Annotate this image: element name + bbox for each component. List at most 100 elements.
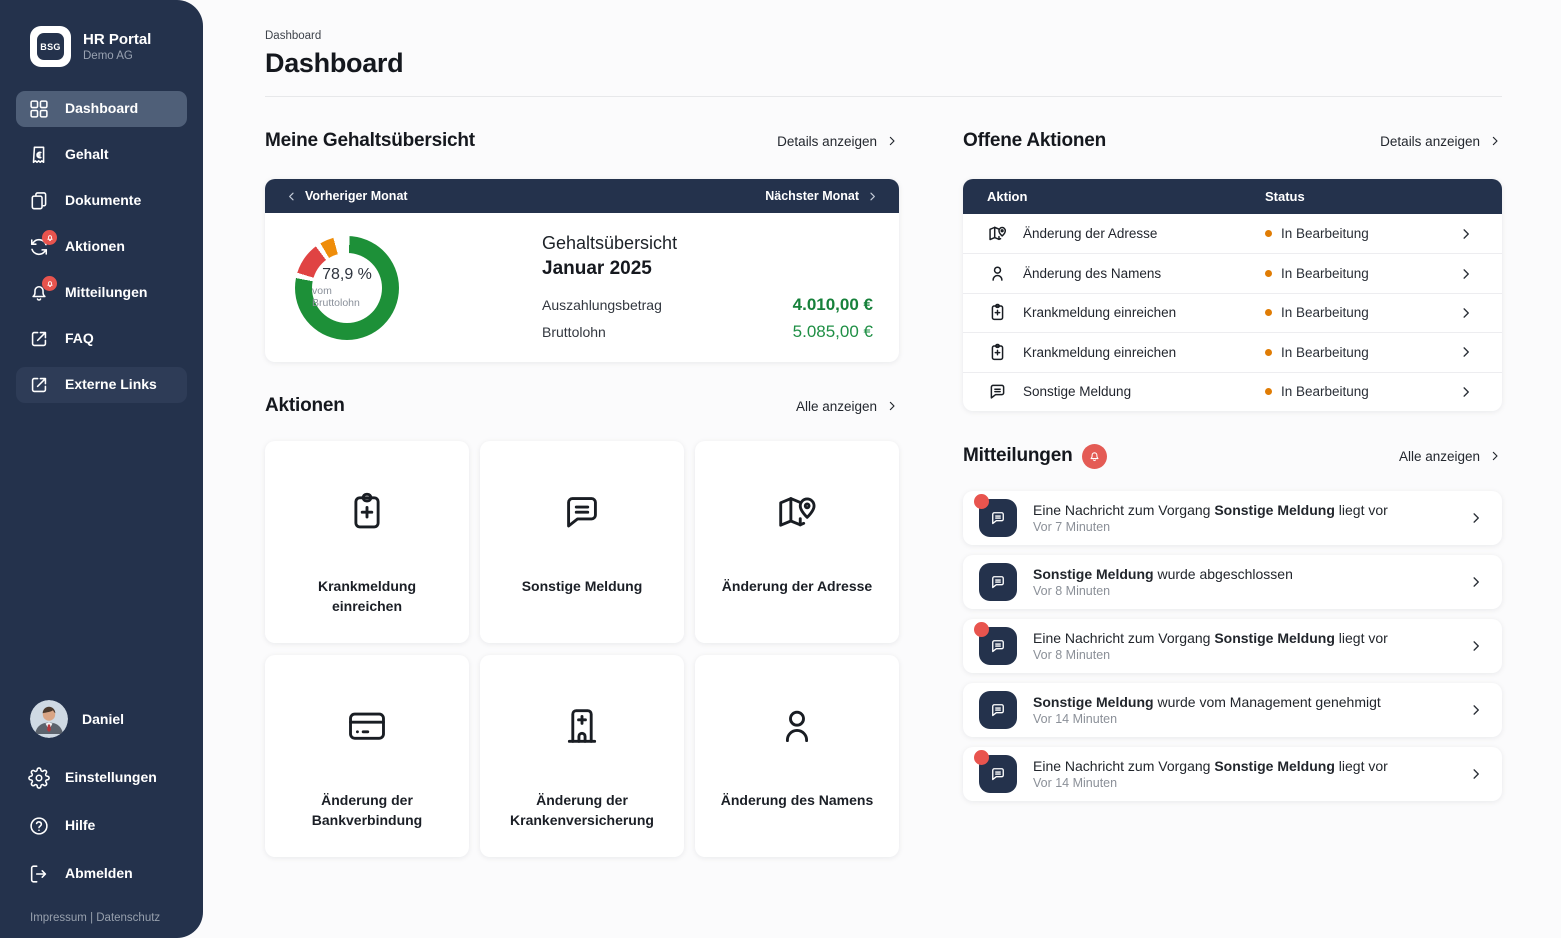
salary-row-label: Auszahlungsbetrag <box>542 297 793 313</box>
logout-icon <box>28 863 50 885</box>
open-action-label: Sonstige Meldung <box>1023 384 1131 399</box>
logo-text: BSG <box>37 33 64 60</box>
legal-links[interactable]: Impressum | Datenschutz <box>0 892 203 924</box>
action-card-änderung-der-krankenversicherung[interactable]: Änderung der Krankenversicherung <box>480 655 684 857</box>
chevron-right-icon[interactable] <box>1468 510 1484 526</box>
notification-title: Sonstige Meldung wurde vom Management ge… <box>1033 694 1468 710</box>
salary-row: Bruttolohn 5.085,00 € <box>542 322 873 342</box>
notification-title: Eine Nachricht zum Vorgang Sonstige Meld… <box>1033 630 1468 646</box>
action-card-änderung-der-adresse[interactable]: Änderung der Adresse <box>695 441 899 643</box>
salary-amount-rows: Auszahlungsbetrag 4.010,00 € Bruttolohn … <box>542 295 873 342</box>
notifications-view-all-link[interactable]: Alle anzeigen <box>1399 449 1502 464</box>
chevron-right-icon[interactable] <box>1458 384 1474 400</box>
map-pin-icon <box>987 223 1008 244</box>
status-badge: In Bearbeitung <box>1265 226 1458 241</box>
donut-percentage: 78,9 % <box>322 266 372 284</box>
message-icon <box>979 563 1017 601</box>
hospital-icon <box>559 703 605 749</box>
salary-donut-chart: 78,9 % vom Bruttolohn <box>295 236 399 340</box>
status-text: In Bearbeitung <box>1281 345 1369 360</box>
action-card-änderung-des-namens[interactable]: Änderung des Namens <box>695 655 899 857</box>
notifications-bell-badge <box>1082 444 1107 469</box>
status-dot-icon <box>1265 230 1272 237</box>
salary-row-value: 5.085,00 € <box>793 322 873 342</box>
app-logo: BSG HR Portal Demo AG <box>0 26 203 67</box>
sidebar-item-gehalt[interactable]: Gehalt <box>16 137 187 173</box>
legal-text[interactable]: Impressum | Datenschutz <box>30 912 160 924</box>
chevron-right-icon[interactable] <box>1458 266 1474 282</box>
chevron-right-icon[interactable] <box>1468 638 1484 654</box>
sidebar-footer-einstellungen[interactable]: Einstellungen <box>16 760 187 796</box>
notification-card[interactable]: Sonstige Meldung wurde vom Management ge… <box>963 683 1502 737</box>
sidebar-item-mitteilungen[interactable]: Mitteilungen <box>16 275 187 311</box>
chevron-right-icon[interactable] <box>1458 226 1474 242</box>
open-action-label: Krankmeldung einreichen <box>1023 305 1176 320</box>
notification-title: Eine Nachricht zum Vorgang Sonstige Meld… <box>1033 502 1468 518</box>
open-action-label: Änderung des Namens <box>1023 266 1161 281</box>
sidebar-item-dashboard[interactable]: Dashboard <box>16 91 187 127</box>
open-action-row[interactable]: Änderung des Namens In Bearbeitung <box>963 253 1502 292</box>
chevron-right-icon[interactable] <box>1468 702 1484 718</box>
status-dot-icon <box>1265 349 1272 356</box>
sidebar-item-externe-links[interactable]: Externe Links <box>16 367 187 403</box>
chevron-right-icon[interactable] <box>1458 305 1474 321</box>
table-header: Aktion Status <box>963 179 1502 214</box>
actions-view-all-link[interactable]: Alle anzeigen <box>796 399 899 414</box>
person-icon <box>987 263 1008 284</box>
notification-card[interactable]: Sonstige Meldung wurde abgeschlossen Vor… <box>963 555 1502 609</box>
actions-section-title: Aktionen <box>265 395 345 417</box>
chevron-right-icon[interactable] <box>1458 344 1474 360</box>
action-card-label: Änderung der Krankenversicherung <box>480 791 684 830</box>
sidebar-item-dokumente[interactable]: Dokumente <box>16 183 187 219</box>
sidebar-footer-hilfe[interactable]: Hilfe <box>16 808 187 844</box>
sidebar-footer-abmelden[interactable]: Abmelden <box>16 856 187 892</box>
nav-label: FAQ <box>65 330 94 348</box>
sidebar-item-faq[interactable]: FAQ <box>16 321 187 357</box>
alert-badge <box>42 230 57 245</box>
message-icon <box>559 489 605 535</box>
sidebar-footer-nav: Einstellungen Hilfe Abmelden <box>0 760 203 892</box>
notification-time: Vor 7 Minuten <box>1033 520 1468 534</box>
nav-label: Dokumente <box>65 192 141 210</box>
open-action-row[interactable]: Änderung der Adresse In Bearbeitung <box>963 214 1502 253</box>
action-card-änderung-der-bankverbindung[interactable]: Änderung der Bankverbindung <box>265 655 469 857</box>
salary-details-link[interactable]: Details anzeigen <box>777 134 899 149</box>
notification-card[interactable]: Eine Nachricht zum Vorgang Sonstige Meld… <box>963 619 1502 673</box>
chevron-right-icon[interactable] <box>1468 766 1484 782</box>
chevron-left-icon <box>285 190 298 203</box>
status-badge: In Bearbeitung <box>1265 345 1458 360</box>
open-action-row[interactable]: Krankmeldung einreichen In Bearbeitung <box>963 332 1502 371</box>
user-profile[interactable]: Daniel <box>0 700 203 738</box>
status-text: In Bearbeitung <box>1281 226 1369 241</box>
action-card-label: Krankmeldung einreichen <box>265 577 469 616</box>
next-month-button[interactable]: Nächster Monat <box>765 189 879 203</box>
salary-row: Auszahlungsbetrag 4.010,00 € <box>542 295 873 315</box>
notifications-list: Eine Nachricht zum Vorgang Sonstige Meld… <box>963 491 1502 801</box>
action-card-krankmeldung-einreichen[interactable]: Krankmeldung einreichen <box>265 441 469 643</box>
message-icon <box>979 627 1017 665</box>
bell-icon <box>1088 450 1101 463</box>
message-icon <box>979 499 1017 537</box>
open-action-label: Krankmeldung einreichen <box>1023 345 1176 360</box>
chevron-right-icon[interactable] <box>1468 574 1484 590</box>
previous-month-button[interactable]: Vorheriger Monat <box>285 189 408 203</box>
link-label: Details anzeigen <box>777 134 877 149</box>
action-card-sonstige-meldung[interactable]: Sonstige Meldung <box>480 441 684 643</box>
nav-label: Einstellungen <box>65 769 157 787</box>
open-action-row[interactable]: Sonstige Meldung In Bearbeitung <box>963 372 1502 411</box>
status-badge: In Bearbeitung <box>1265 266 1458 281</box>
open-actions-table: Aktion Status Änderung der Adresse In Be… <box>963 179 1502 411</box>
status-dot-icon <box>1265 388 1272 395</box>
notification-time: Vor 14 Minuten <box>1033 712 1468 726</box>
avatar <box>30 700 68 738</box>
notification-card[interactable]: Eine Nachricht zum Vorgang Sonstige Meld… <box>963 747 1502 801</box>
sidebar-item-aktionen[interactable]: Aktionen <box>16 229 187 265</box>
clipboard-plus-icon <box>344 489 390 535</box>
sidebar-nav: Dashboard Gehalt Dokumente Aktionen <box>0 91 203 403</box>
open-action-row[interactable]: Krankmeldung einreichen In Bearbeitung <box>963 293 1502 332</box>
open-actions-details-link[interactable]: Details anzeigen <box>1380 134 1502 149</box>
message-icon <box>979 755 1017 793</box>
unread-dot <box>974 494 989 509</box>
notification-card[interactable]: Eine Nachricht zum Vorgang Sonstige Meld… <box>963 491 1502 545</box>
status-dot-icon <box>1265 309 1272 316</box>
